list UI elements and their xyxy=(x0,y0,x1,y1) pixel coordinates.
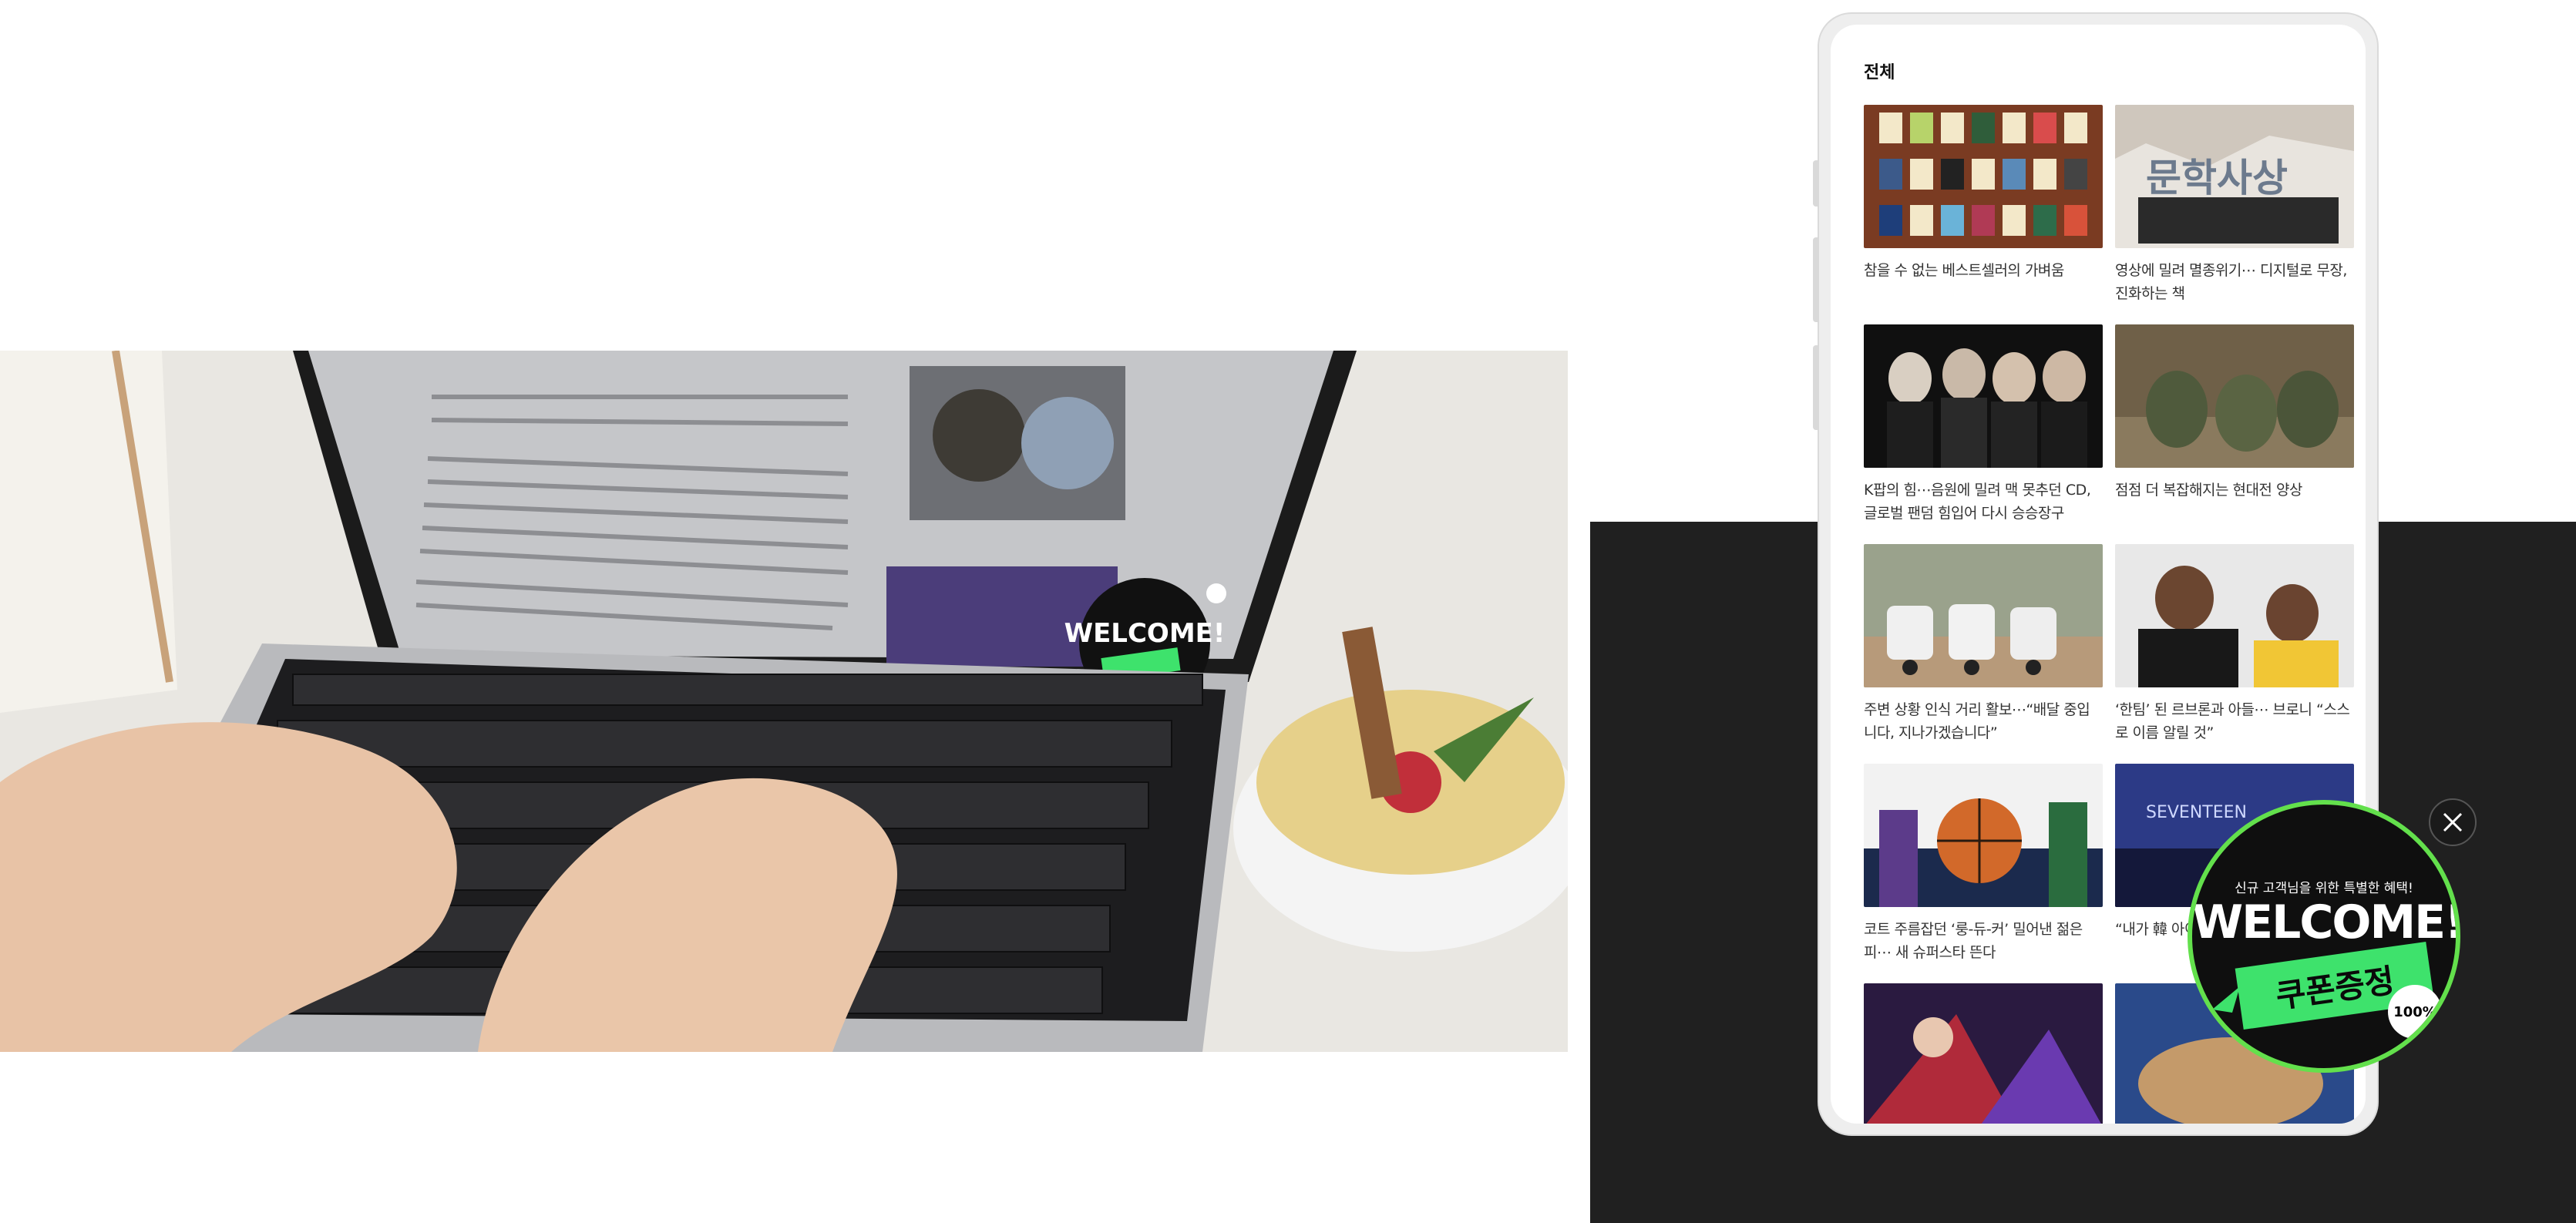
article-caption: 주변 상황 인식 거리 활보⋯“배달 중입니다, 지나가겠습니다” xyxy=(1864,701,2090,741)
popup-100-badge: 100% xyxy=(2388,985,2442,1039)
phone-side-button xyxy=(1813,160,1819,207)
article-thumbnail[interactable] xyxy=(2115,544,2354,687)
article-caption: ‘한팀’ 된 르브론과 아들⋯ 브로니 “스스로 이름 알릴 것” xyxy=(2115,701,2350,741)
laptop-illustration: WELCOME! xyxy=(0,351,1568,1052)
article-caption: K팝의 힘⋯음원에 밀려 맥 못추던 CD, 글로벌 팬덤 힘입어 다시 승승장… xyxy=(1864,482,2091,522)
popup-close-button[interactable] xyxy=(2429,798,2477,846)
close-icon xyxy=(2443,812,2463,832)
article-card[interactable]: K팝의 힘⋯음원에 밀려 맥 못추던 CD, 글로벌 팬덤 힘입어 다시 승승장… xyxy=(1864,324,2103,525)
article-caption: 점점 더 복잡해지는 현대전 양상 xyxy=(2115,482,2302,499)
article-caption: 참을 수 없는 베스트셀러의 가벼움 xyxy=(1864,262,2064,279)
article-card[interactable]: 문학사상 영상에 밀려 멸종위기⋯ 디지털로 무장, 진화하는 책 xyxy=(2115,105,2354,305)
hero-photo: WELCOME! xyxy=(0,351,1568,1052)
thumbnail-title-text: SEVENTEEN xyxy=(2146,803,2247,822)
article-card[interactable]: 점점 더 복잡해지는 현대전 양상 xyxy=(2115,324,2354,502)
article-card[interactable]: 코트 주름잡던 ‘룽-듀-커’ 밀어낸 젊은 피⋯ 새 슈퍼스타 뜬다 xyxy=(1864,764,2103,964)
article-card[interactable]: 참을 수 없는 베스트셀러의 가벼움 xyxy=(1864,105,2103,282)
popup-subtitle: 신규 고객님을 위한 특별한 혜택! xyxy=(2235,881,2413,896)
article-card[interactable]: ‘한팀’ 된 르브론과 아들⋯ 브로니 “스스로 이름 알릴 것” xyxy=(2115,544,2354,744)
article-thumbnail[interactable] xyxy=(2115,324,2354,468)
article-thumbnail[interactable] xyxy=(1864,983,2103,1124)
article-thumbnail[interactable] xyxy=(1864,764,2103,907)
article-card[interactable] xyxy=(1864,983,2103,1124)
phone-volume-button xyxy=(1813,237,1819,322)
arrow-icon xyxy=(2212,986,2240,1013)
category-title: 전체 xyxy=(1864,63,1895,82)
popup-welcome-text: WELCOME! xyxy=(2192,895,2460,949)
article-card[interactable]: 주변 상황 인식 거리 활보⋯“배달 중입니다, 지나가겠습니다” xyxy=(1864,544,2103,744)
article-thumbnail[interactable]: 문학사상 xyxy=(2115,105,2354,248)
article-thumbnail[interactable] xyxy=(1864,544,2103,687)
phone-volume-button xyxy=(1813,345,1819,430)
article-caption: 코트 주름잡던 ‘룽-듀-커’ 밀어낸 젊은 피⋯ 새 슈퍼스타 뜬다 xyxy=(1864,921,2083,961)
article-caption: 영상에 밀려 멸종위기⋯ 디지털로 무장, 진화하는 책 xyxy=(2115,262,2347,302)
article-thumbnail[interactable] xyxy=(1864,324,2103,468)
welcome-coupon-popup[interactable]: 신규 고객님을 위한 특별한 혜택! WELCOME! 쿠폰증정 100% xyxy=(2188,800,2460,1073)
article-thumbnail[interactable] xyxy=(1864,105,2103,248)
hero-popup-welcome: WELCOME! xyxy=(1064,618,1226,649)
thumbnail-title-text: 문학사상 xyxy=(2146,156,2288,200)
